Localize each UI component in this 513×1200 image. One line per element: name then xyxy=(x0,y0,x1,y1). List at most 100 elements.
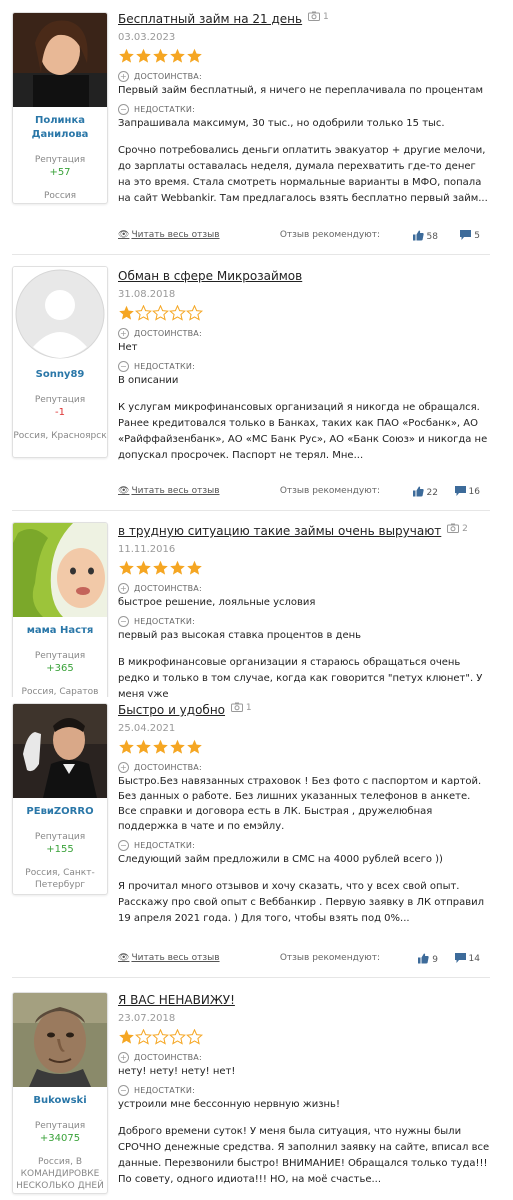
reputation-value: +34075 xyxy=(39,1133,81,1144)
author-name[interactable]: PЕвиZORRO xyxy=(13,805,107,819)
author-name[interactable]: Bukowski xyxy=(13,1094,107,1108)
star-filled-icon xyxy=(187,739,202,754)
cons-text: первый раз высокая ставка процентов в де… xyxy=(118,630,362,641)
pros-label: ДОСТОИНСТВА: xyxy=(134,763,202,772)
cons-text: Запрашивала максимум, 30 тыс., но одобри… xyxy=(118,118,445,129)
eye-icon: 👁 xyxy=(118,486,130,496)
author-name[interactable]: Полинка Данилова xyxy=(13,114,107,142)
pros-text: быстрое решение, лояльные условия xyxy=(118,597,316,608)
photo-count-value: 1 xyxy=(322,12,329,22)
like-button[interactable]: 58 xyxy=(412,230,438,242)
reputation-label: Репутация xyxy=(34,1121,86,1131)
author-name[interactable]: мама Настя xyxy=(13,624,107,638)
like-button[interactable]: 22 xyxy=(412,486,438,498)
photo-count[interactable]: 1 xyxy=(231,702,252,713)
reputation-value: +365 xyxy=(46,663,74,674)
photo-count[interactable]: 2 xyxy=(447,523,468,534)
eye-icon: 👁 xyxy=(118,230,130,240)
plus-circle-icon: + xyxy=(118,583,129,594)
like-count: 22 xyxy=(426,488,438,498)
author-location: Россия, Красноярск xyxy=(13,431,107,441)
reputation-label: Репутация xyxy=(34,155,86,165)
avatar[interactable] xyxy=(13,704,107,798)
star-filled-icon xyxy=(153,739,168,754)
star-filled-icon xyxy=(170,48,185,63)
pros-text: нету! нету! нету! нет! xyxy=(118,1066,236,1077)
avatar[interactable] xyxy=(13,993,107,1087)
author-card[interactable]: Полинка Данилова Репутация +57 Россия xyxy=(12,12,108,204)
avatar[interactable] xyxy=(13,13,107,107)
cons-text: устроили мне бессонную нервную жизнь! xyxy=(118,1099,340,1110)
read-all-link[interactable]: 👁 Читать весь отзыв xyxy=(118,486,220,496)
read-all-label: Читать весь отзыв xyxy=(131,486,220,496)
eye-icon: 👁 xyxy=(118,953,130,963)
recommend-label: Отзыв рекомендуют: xyxy=(279,486,380,496)
minus-circle-icon: − xyxy=(118,616,129,627)
star-empty-icon xyxy=(185,1028,204,1045)
reputation-value: +155 xyxy=(46,844,74,855)
review-body: К услугам микрофинансовых организаций я … xyxy=(118,402,488,461)
author-card[interactable]: PЕвиZORRO Репутация +155 Россия, Санкт-П… xyxy=(12,703,108,895)
pros-label: ДОСТОИНСТВА: xyxy=(134,1053,202,1062)
cons-text: Следующий займ предложили в СМС на 4000 … xyxy=(118,854,443,865)
star-empty-icon xyxy=(151,1028,170,1045)
comments-button[interactable]: 14 xyxy=(454,953,480,964)
review-title[interactable]: Обман в сфере Микрозаймов xyxy=(118,268,302,284)
rating-stars xyxy=(118,1028,490,1046)
author-location: Россия, Саратов xyxy=(21,687,99,697)
star-filled-icon xyxy=(153,560,168,575)
reputation-value: +57 xyxy=(49,167,71,178)
read-all-link[interactable]: 👁 Читать весь отзыв xyxy=(118,953,220,963)
comments-button[interactable]: 16 xyxy=(454,486,480,497)
photo-count[interactable]: 1 xyxy=(308,11,329,22)
review-body: Я прочитал много отзывов и хочу сказать,… xyxy=(118,881,484,924)
star-empty-icon xyxy=(134,304,153,321)
author-card[interactable]: мама Настя Репутация +365 Россия, Сарато… xyxy=(12,522,108,697)
minus-circle-icon: − xyxy=(118,104,129,115)
star-filled-icon xyxy=(170,560,185,575)
author-card[interactable]: Bukowski Репутация +34075 Россия, В КОМА… xyxy=(12,992,108,1194)
review-title[interactable]: в трудную ситуацию такие займы очень выр… xyxy=(118,523,441,539)
pros-label: ДОСТОИНСТВА: xyxy=(134,72,202,81)
avatar[interactable] xyxy=(13,267,107,361)
like-button[interactable]: 9 xyxy=(418,953,438,965)
star-filled-icon xyxy=(119,48,134,63)
star-empty-icon xyxy=(168,1028,187,1045)
review-date: 03.03.2023 xyxy=(118,32,176,43)
thumbs-up-icon xyxy=(412,486,424,497)
comment-icon xyxy=(460,230,472,240)
review-date: 11.11.2016 xyxy=(118,544,176,555)
rating-stars xyxy=(118,304,490,322)
review-title[interactable]: Я ВАС НЕНАВИЖУ! xyxy=(118,992,235,1008)
reputation-label: Репутация xyxy=(34,832,86,842)
rating-stars xyxy=(118,560,490,577)
pros-text: Первый займ бесплатный, я ничего не пере… xyxy=(118,85,484,96)
minus-circle-icon: − xyxy=(118,840,129,851)
pros-label: ДОСТОИНСТВА: xyxy=(134,584,202,593)
like-count: 58 xyxy=(426,232,438,242)
author-name[interactable]: Sonny89 xyxy=(13,368,107,382)
read-all-link[interactable]: 👁 Читать весь отзыв xyxy=(118,230,220,240)
comment-count: 16 xyxy=(468,487,480,497)
star-empty-icon xyxy=(168,304,187,321)
comments-button[interactable]: 5 xyxy=(460,230,480,241)
avatar[interactable] xyxy=(13,523,107,617)
comment-icon xyxy=(454,486,466,496)
read-all-label: Читать весь отзыв xyxy=(131,230,220,240)
star-filled-icon xyxy=(119,739,134,754)
author-card[interactable]: Sonny89 Репутация -1 Россия, Красноярск xyxy=(12,266,108,458)
reputation-label: Репутация xyxy=(34,651,86,661)
cons-label: НЕДОСТАТКИ: xyxy=(134,362,196,371)
plus-circle-icon: + xyxy=(118,71,129,82)
camera-icon xyxy=(231,702,244,712)
rating-stars xyxy=(118,48,490,65)
author-location: Россия, Санкт-Петербург xyxy=(25,868,95,890)
review-date: 25.04.2021 xyxy=(118,723,176,734)
review-title[interactable]: Бесплатный займ на 21 день xyxy=(118,11,302,27)
like-count: 9 xyxy=(432,955,438,965)
review-title[interactable]: Быстро и удобно xyxy=(118,702,225,718)
reputation-label: Репутация xyxy=(34,395,86,405)
photo-count-value: 1 xyxy=(245,703,252,713)
star-empty-icon xyxy=(151,304,170,321)
camera-icon xyxy=(447,523,460,533)
